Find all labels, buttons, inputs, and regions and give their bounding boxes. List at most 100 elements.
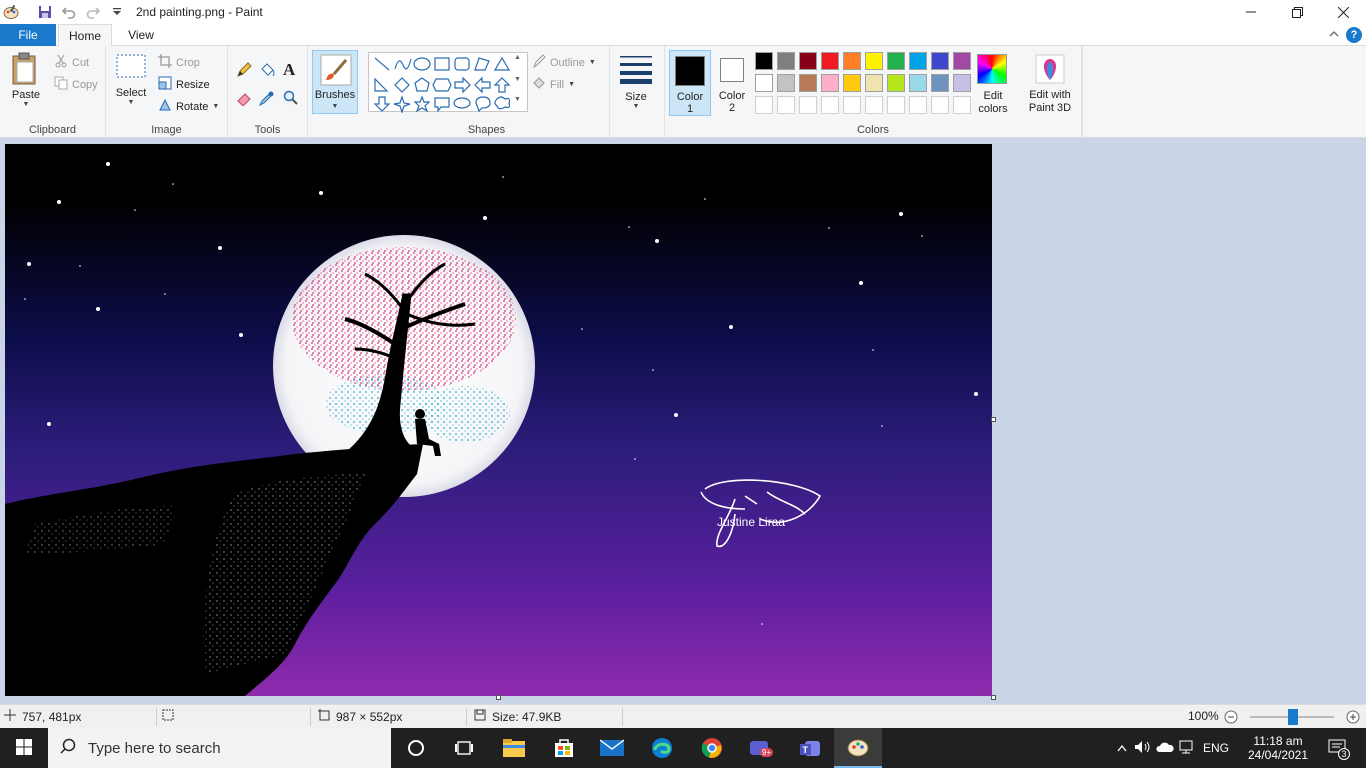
canvas-resize-handle-right[interactable] [991,417,996,422]
palette-color-swatch[interactable] [887,52,905,70]
palette-color-swatch[interactable] [909,74,927,92]
volume-icon[interactable] [1134,740,1156,757]
shapes-gallery[interactable] [368,52,528,114]
outline-button[interactable]: Outline ▼ [532,54,596,71]
edit-colors-button[interactable]: Edit colors [969,90,1017,116]
chevron-up-icon[interactable] [1328,28,1342,42]
save-icon[interactable] [36,3,54,21]
palette-color-swatch[interactable] [821,52,839,70]
shapes-scroll-up-icon[interactable]: ▲ [514,54,521,61]
taskbar-search-box[interactable]: Type here to search [48,728,391,768]
zoom-slider-thumb[interactable] [1288,709,1298,725]
language-indicator[interactable]: ENG [1200,741,1232,755]
clock[interactable]: 11:18 am 24/04/2021 [1246,728,1310,768]
color-picker-icon[interactable] [258,90,275,109]
paint-palette-icon[interactable] [2,3,20,21]
paint3d-label: Edit with Paint 3D [1028,89,1072,114]
text-icon[interactable]: A [283,60,295,80]
palette-custom-slot[interactable] [865,96,883,114]
paste-button[interactable]: Paste ▼ [6,52,46,109]
tab-home[interactable]: Home [58,24,112,47]
color2-button[interactable]: Color 2 [713,50,751,116]
rotate-dropdown-icon: ▼ [212,102,220,110]
palette-custom-slot[interactable] [755,96,773,114]
palette-color-swatch[interactable] [777,74,795,92]
zoom-out-icon[interactable] [1224,710,1238,727]
palette-color-swatch[interactable] [799,52,817,70]
size-button[interactable]: Size ▼ [614,54,658,111]
tab-file[interactable]: File [0,24,56,46]
eraser-icon[interactable] [236,90,252,109]
show-hidden-icons-icon[interactable] [1114,741,1130,755]
shapes-scroll-down-icon[interactable]: ▼ [514,76,521,83]
canvas-resize-handle-corner[interactable] [991,695,996,700]
palette-color-swatch[interactable] [909,52,927,70]
edge-icon[interactable] [638,728,686,768]
palette-custom-slot[interactable] [777,96,795,114]
onedrive-icon[interactable] [1156,741,1178,756]
clock-time: 11:18 am [1253,734,1303,748]
file-explorer-icon[interactable] [490,728,538,768]
zoom-in-icon[interactable] [1346,710,1360,727]
palette-color-swatch[interactable] [931,52,949,70]
palette-color-swatch[interactable] [755,74,773,92]
palette-color-swatch[interactable] [821,74,839,92]
chrome-icon[interactable] [688,728,736,768]
rotate-button[interactable]: Rotate ▼ [158,98,219,115]
paste-dropdown-icon: ▼ [22,101,30,108]
magnifier-icon[interactable] [283,90,299,109]
customize-dropdown-icon[interactable] [108,3,126,21]
fill-bucket-icon[interactable] [259,62,275,81]
fill-button[interactable]: Fill ▼ [532,76,575,93]
palette-color-swatch[interactable] [887,74,905,92]
shapes-more-icon[interactable]: ▼ [514,96,521,103]
size-dropdown-icon: ▼ [632,103,640,110]
undo-icon[interactable] [60,3,78,21]
microsoft-store-icon[interactable] [540,728,588,768]
palette-custom-slot[interactable] [931,96,949,114]
cortana-icon[interactable] [392,728,440,768]
help-button[interactable]: ? [1346,27,1362,43]
paint3d-button[interactable]: Edit with Paint 3D [1020,54,1080,115]
copy-button[interactable]: Copy [54,76,98,93]
palette-color-swatch[interactable] [799,74,817,92]
paint3d-icon [1035,54,1065,87]
mail-icon[interactable] [588,728,636,768]
palette-custom-slot[interactable] [821,96,839,114]
paint-icon[interactable] [834,728,882,768]
palette-color-swatch[interactable] [865,74,883,92]
palette-color-swatch[interactable] [953,52,971,70]
canvas-resize-handle-bottom[interactable] [496,695,501,700]
restore-icon[interactable] [1274,0,1320,24]
palette-custom-slot[interactable] [909,96,927,114]
close-icon[interactable] [1320,0,1366,24]
palette-custom-slot[interactable] [887,96,905,114]
tab-view[interactable]: View [114,24,168,46]
drawing-canvas[interactable]: Justine Liraa [5,144,992,696]
palette-color-swatch[interactable] [865,52,883,70]
start-button[interactable] [0,728,48,768]
notification-center[interactable]: 3 [1322,728,1352,768]
window-title: 2nd painting.png - Paint [136,5,263,19]
task-view-icon[interactable] [440,728,488,768]
brushes-button[interactable]: Brushes ▼ [312,50,358,114]
redo-icon[interactable] [84,3,102,21]
cut-button[interactable]: Cut [54,54,89,71]
palette-color-swatch[interactable] [755,52,773,70]
zoom-level-text: 100% [1188,709,1219,723]
network-icon[interactable] [1178,740,1200,757]
palette-color-swatch[interactable] [843,52,861,70]
palette-color-swatch[interactable] [843,74,861,92]
teams-chat-icon[interactable]: 9+ [736,728,784,768]
color1-button[interactable]: Color 1 [669,50,711,116]
palette-custom-slot[interactable] [799,96,817,114]
minimize-icon[interactable] [1228,0,1274,24]
palette-color-swatch[interactable] [777,52,795,70]
pencil-icon[interactable] [236,62,252,81]
palette-color-swatch[interactable] [931,74,949,92]
teams-icon[interactable]: T [786,728,834,768]
palette-custom-slot[interactable] [843,96,861,114]
crop-button[interactable]: Crop [158,54,200,71]
resize-button[interactable]: Resize [158,76,210,93]
select-button[interactable]: Select ▼ [112,54,150,107]
